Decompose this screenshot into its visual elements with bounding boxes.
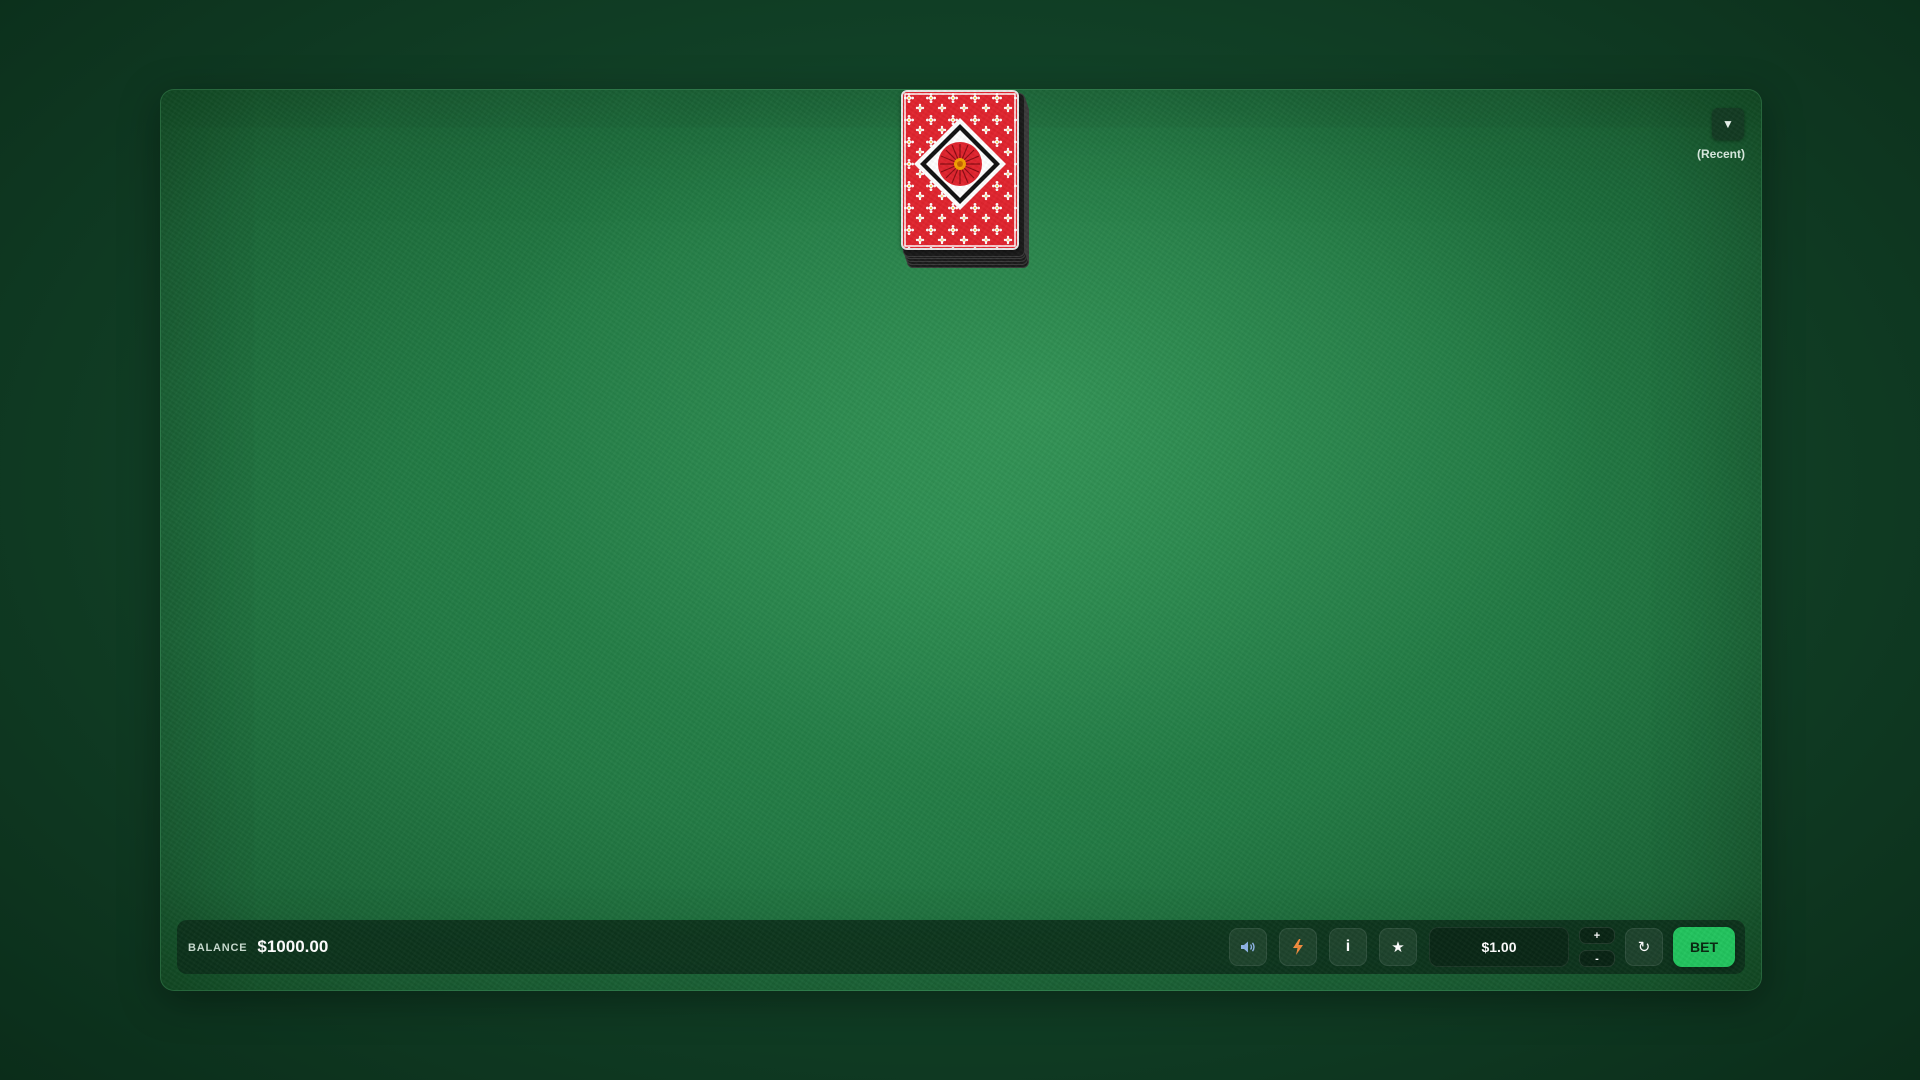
bet-button[interactable]: BET (1673, 927, 1735, 967)
reset-button[interactable]: ↻ (1625, 928, 1663, 966)
info-button[interactable]: i (1329, 928, 1367, 966)
star-icon: ★ (1391, 939, 1405, 956)
lightning-icon (1293, 939, 1303, 955)
turbo-button[interactable] (1279, 928, 1317, 966)
favorite-button[interactable]: ★ (1379, 928, 1417, 966)
card-back (901, 90, 1019, 250)
balance-value: $1000.00 (257, 937, 329, 956)
recent-dropdown-toggle[interactable]: ▼ (1712, 108, 1744, 140)
reset-icon: ↻ (1637, 939, 1651, 956)
game-table: ▼ (Recent) BALANCE $1000.00 i ★ $1.00 + (160, 89, 1762, 991)
decrease-bet-button[interactable]: - (1579, 950, 1615, 967)
card-back-pattern-icon (903, 92, 1017, 248)
bet-amount-input[interactable]: $1.00 (1429, 927, 1569, 967)
balance-label: BALANCE (188, 942, 248, 954)
sound-button[interactable] (1229, 928, 1267, 966)
control-bar: BALANCE $1000.00 i ★ $1.00 + - ↻ BET (177, 920, 1745, 974)
card-deck (901, 90, 1029, 268)
increase-bet-button[interactable]: + (1579, 927, 1615, 944)
speaker-icon (1241, 941, 1255, 953)
recent-label: (Recent) (1696, 147, 1745, 161)
info-icon: i (1345, 938, 1351, 955)
bet-amount-stepper: + - (1579, 927, 1615, 967)
chevron-down-icon: ▼ (1722, 117, 1734, 131)
